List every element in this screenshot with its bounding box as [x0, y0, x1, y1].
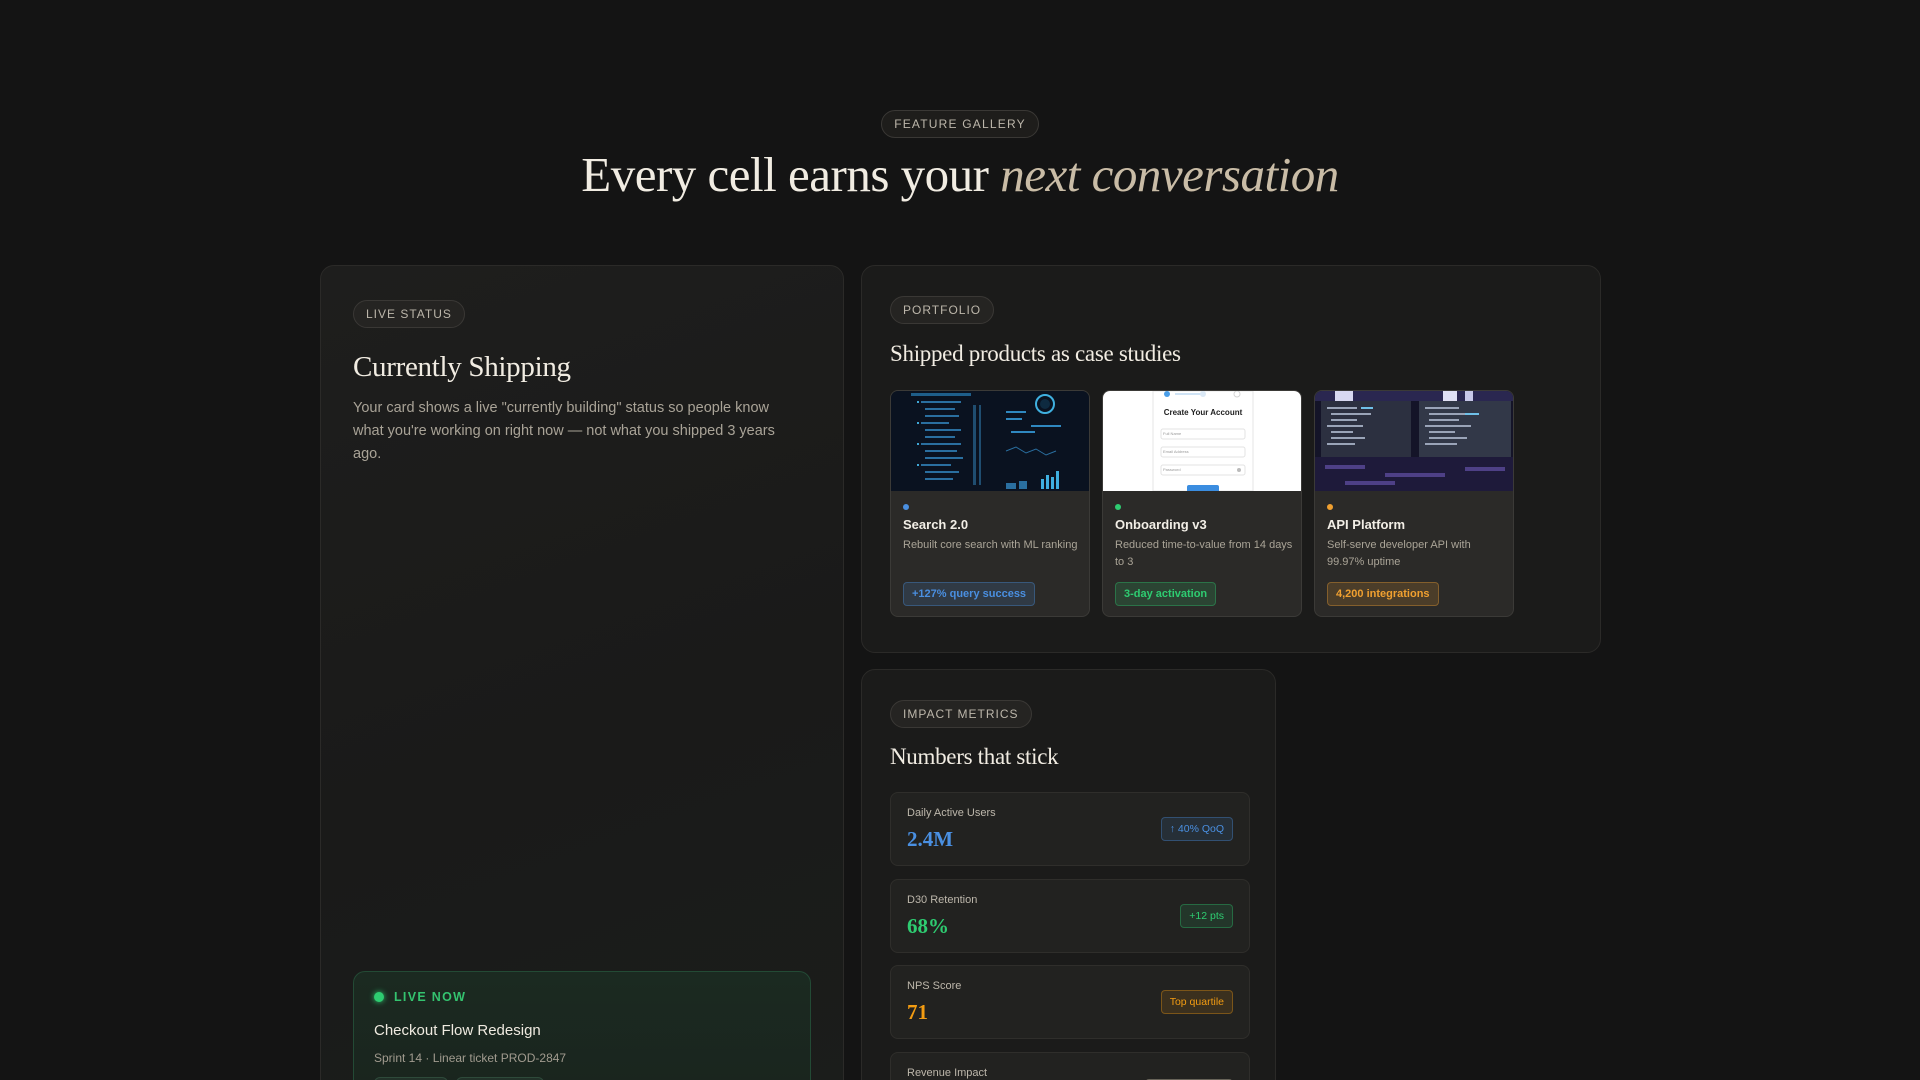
- headline-plain: Every cell earns your: [581, 147, 1001, 202]
- metric-label: NPS Score: [907, 980, 962, 992]
- live-now-panel[interactable]: LIVE NOW Checkout Flow Redesign Sprint 1…: [353, 971, 811, 1080]
- signup-form-screenshot-image: Create Your Account Full Name Email Addr…: [1103, 391, 1301, 491]
- metric-delta-badge: +12 pts: [1180, 904, 1233, 928]
- project-name: API Platform: [1327, 517, 1406, 532]
- project-outcome-badge: +127% query success: [903, 582, 1036, 606]
- project-card-onboarding[interactable]: Create Your Account Full Name Email Addr…: [1102, 390, 1302, 617]
- live-project-meta: Sprint 14 · Linear ticket PROD-2847: [374, 1051, 567, 1065]
- feature-gallery-page: FEATURE GALLERY Every cell earns your ne…: [0, 0, 1920, 1080]
- project-outcome-badge: 3-day activation: [1115, 582, 1217, 606]
- impact-metrics-title: Numbers that stick: [890, 744, 1059, 769]
- live-status-pill: LIVE STATUS: [353, 300, 465, 328]
- metric-delta-badge: Top quartile: [1160, 990, 1233, 1014]
- metric-value: 2.4M: [907, 827, 954, 851]
- metric-label: D30 Retention: [907, 894, 978, 906]
- feature-gallery-eyebrow: FEATURE GALLERY: [881, 110, 1039, 138]
- metric-row: D30 Retention 68% +12 pts: [890, 879, 1250, 953]
- project-description: Reduced time-to-value from 14 days to 3: [1115, 539, 1293, 568]
- project-status-dot-icon: [903, 504, 909, 510]
- live-status-card: LIVE STATUS Currently Shipping Your card…: [320, 265, 844, 1080]
- portfolio-pill: PORTFOLIO: [890, 296, 995, 324]
- impact-metrics-pill: IMPACT METRICS: [890, 700, 1032, 728]
- code-editor-screenshot-image: [1315, 391, 1513, 491]
- portfolio-title: Shipped products as case studies: [890, 341, 1181, 366]
- metric-row: Daily Active Users 2.4M ↑ 40% QoQ: [890, 792, 1250, 866]
- project-name: Search 2.0: [903, 517, 969, 532]
- project-list: Search 2.0 Rebuilt core search with ML r…: [890, 390, 1514, 617]
- project-status-dot-icon: [1115, 504, 1121, 510]
- live-status-description: Your card shows a live "currently buildi…: [353, 400, 775, 462]
- metric-label: Revenue Impact: [907, 1067, 988, 1079]
- eyebrow-wrap: FEATURE GALLERY: [0, 110, 1920, 138]
- portfolio-card: PORTFOLIO Shipped products as case studi…: [861, 265, 1601, 653]
- dashboard-screenshot-image: [891, 391, 1089, 491]
- live-status-title: Currently Shipping: [353, 351, 571, 383]
- signup-form-heading: Create Your Account: [1164, 408, 1243, 417]
- project-card-search[interactable]: Search 2.0 Rebuilt core search with ML r…: [890, 390, 1090, 617]
- page-headline: Every cell earns your next conversation: [0, 146, 1920, 203]
- metric-label: Daily Active Users: [907, 807, 996, 819]
- project-name: Onboarding v3: [1115, 517, 1207, 532]
- metric-value: 71: [907, 1000, 928, 1024]
- metric-row: NPS Score 71 Top quartile: [890, 965, 1250, 1039]
- signup-form-field-label: Password: [1163, 467, 1181, 472]
- live-now-label: LIVE NOW: [394, 990, 467, 1004]
- headline-italic: next conversation: [1000, 147, 1339, 202]
- project-description: Rebuilt core search with ML ranking: [903, 539, 1078, 551]
- metric-value: 68%: [907, 914, 949, 938]
- signup-form-field-label: Email Address: [1163, 449, 1189, 454]
- signup-form-field-label: Full Name: [1163, 431, 1182, 436]
- live-now-header: LIVE NOW: [374, 990, 466, 1004]
- project-outcome-badge: 4,200 integrations: [1327, 582, 1439, 606]
- project-description: Self-serve developer API with 99.97% upt…: [1327, 539, 1471, 568]
- project-card-api[interactable]: API Platform Self-serve developer API wi…: [1314, 390, 1514, 617]
- metric-row: Revenue Impact: [890, 1052, 1250, 1080]
- metric-delta-badge: ↑ 40% QoQ: [1160, 817, 1233, 841]
- live-project-name: Checkout Flow Redesign: [374, 1022, 541, 1039]
- project-status-dot-icon: [1327, 504, 1333, 510]
- live-indicator-icon: [374, 992, 384, 1002]
- impact-metrics-card: IMPACT METRICS Numbers that stick Daily …: [861, 669, 1276, 1080]
